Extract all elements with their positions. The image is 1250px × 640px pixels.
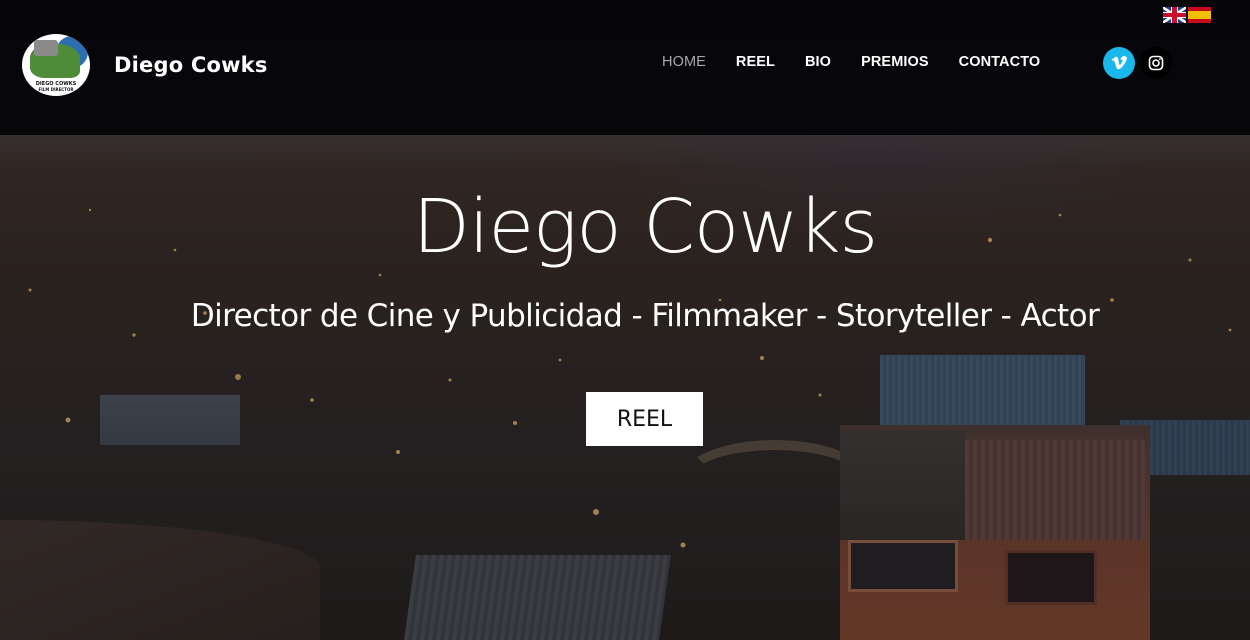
flag-uk-icon[interactable]	[1163, 7, 1186, 23]
site-header: DIEGO COWKS FILM DIRECTOR Diego Cowks HO…	[0, 0, 1250, 135]
nav-item-bio[interactable]: BIO	[805, 54, 831, 70]
logo-subtext: FILM DIRECTOR	[38, 87, 74, 92]
hero-title-text: Diego Cowks	[412, 184, 878, 270]
site-title[interactable]: Diego Cowks	[114, 53, 268, 77]
nav-item-reel[interactable]: REEL	[736, 54, 775, 70]
reel-button[interactable]: REEL	[586, 392, 703, 446]
camera-icon	[34, 40, 58, 56]
site-logo[interactable]: DIEGO COWKS FILM DIRECTOR	[22, 34, 90, 96]
nav-item-premios[interactable]: PREMIOS	[861, 54, 929, 70]
nav-item-home[interactable]: HOME	[662, 54, 706, 70]
instagram-icon[interactable]	[1140, 47, 1172, 79]
language-switcher	[1163, 7, 1211, 23]
vimeo-icon[interactable]	[1103, 47, 1135, 79]
nav-item-contacto[interactable]: CONTACTO	[959, 54, 1041, 70]
social-links	[1103, 47, 1172, 79]
flag-es-icon[interactable]	[1188, 7, 1211, 23]
main-nav: HOME REEL BIO PREMIOS CONTACTO	[662, 54, 1040, 70]
hero-title: Diego Cowks	[0, 184, 1250, 270]
hero-subtitle: Director de Cine y Publicidad - Filmmake…	[190, 298, 1100, 334]
